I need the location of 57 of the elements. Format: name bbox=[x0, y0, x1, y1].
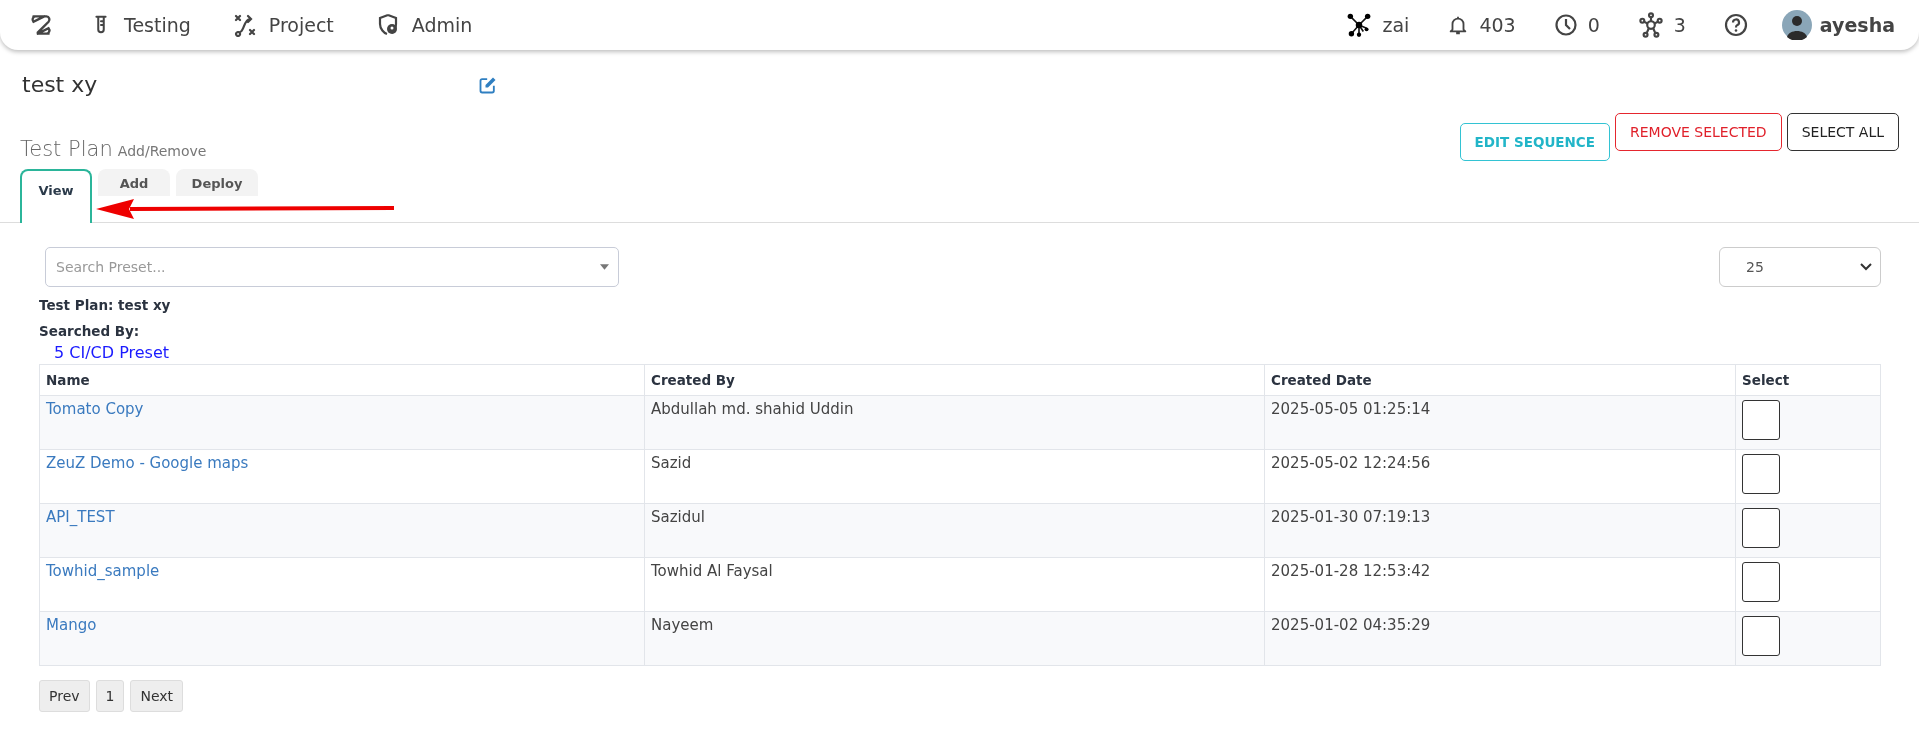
column-header: Select bbox=[1735, 364, 1881, 396]
section-subtitle: Add/Remove bbox=[117, 143, 207, 159]
chevron-down-icon bbox=[1860, 263, 1872, 271]
nav-link[interactable]: Project bbox=[232, 13, 334, 37]
table-cell: Sazidul bbox=[644, 503, 1265, 558]
column-header: Created Date bbox=[1264, 364, 1736, 396]
status-item[interactable]: 403 bbox=[1447, 14, 1516, 36]
action-button[interactable]: SELECT ALL bbox=[1786, 113, 1899, 151]
clock-icon bbox=[1553, 13, 1578, 37]
table-cell: Towhid Al Faysal bbox=[644, 557, 1265, 612]
select-checkbox[interactable] bbox=[1742, 454, 1780, 494]
select-checkbox[interactable] bbox=[1742, 400, 1780, 440]
tab[interactable]: View bbox=[20, 169, 92, 223]
help-icon[interactable] bbox=[1723, 13, 1748, 37]
status-item[interactable]: zai bbox=[1346, 12, 1410, 38]
column-header: Name bbox=[39, 364, 645, 396]
tab[interactable]: Add bbox=[98, 169, 170, 196]
logo-icon[interactable] bbox=[28, 12, 54, 38]
column-header: Created By bbox=[644, 364, 1265, 396]
table-cell: 2025-01-28 12:53:42 bbox=[1264, 557, 1736, 612]
pagination-button[interactable]: Prev bbox=[39, 680, 90, 712]
network-icon bbox=[1346, 12, 1373, 38]
table-cell: Nayeem bbox=[644, 611, 1265, 666]
table-cell: Abdullah md. shahid Uddin bbox=[644, 395, 1265, 450]
preset-name-link[interactable]: Towhid_sample bbox=[46, 562, 160, 580]
user-menu[interactable]: ayesha bbox=[1781, 10, 1895, 40]
select-checkbox[interactable] bbox=[1742, 508, 1780, 548]
action-button[interactable]: REMOVE SELECTED bbox=[1615, 113, 1782, 151]
status-item[interactable]: 3 bbox=[1637, 12, 1686, 38]
preset-name-link[interactable]: Mango bbox=[46, 616, 97, 634]
table-cell: 2025-01-30 07:19:13 bbox=[1264, 503, 1736, 558]
table-cell: Sazid bbox=[644, 449, 1265, 504]
plan-title: test xy bbox=[22, 72, 99, 97]
table-cell: 2025-05-02 12:24:56 bbox=[1264, 449, 1736, 504]
table-cell: 2025-01-02 04:35:29 bbox=[1264, 611, 1736, 666]
plan-label: Test Plan: test xy bbox=[39, 297, 172, 313]
search-preset-field[interactable]: Search Preset... bbox=[45, 247, 619, 287]
tab[interactable]: Deploy bbox=[176, 169, 258, 196]
page-size-select[interactable]: 25 bbox=[1719, 247, 1881, 287]
select-checkbox[interactable] bbox=[1742, 562, 1780, 602]
route-icon bbox=[232, 13, 257, 37]
avatar-icon bbox=[1781, 10, 1812, 40]
searched-by-label: Searched By: bbox=[39, 323, 141, 339]
hub-icon bbox=[1637, 12, 1664, 38]
select-checkbox[interactable] bbox=[1742, 616, 1780, 656]
pagination-button[interactable]: Next bbox=[130, 680, 184, 712]
nav-link[interactable]: Testing bbox=[90, 14, 191, 36]
preset-name-link[interactable]: Tomato Copy bbox=[46, 400, 144, 418]
nav-link[interactable]: Admin bbox=[375, 13, 473, 37]
preset-link[interactable]: 5 CI/CD Preset bbox=[39, 343, 1881, 362]
preset-name-link[interactable]: API_TEST bbox=[46, 508, 115, 526]
table-cell: 2025-05-05 01:25:14 bbox=[1264, 395, 1736, 450]
preset-name-link[interactable]: ZeuZ Demo - Google maps bbox=[46, 454, 249, 472]
dropdown-caret-icon bbox=[600, 264, 609, 270]
status-item[interactable]: 0 bbox=[1553, 13, 1600, 37]
section-title: Test Plan bbox=[20, 137, 113, 161]
pagination-button[interactable]: 1 bbox=[95, 680, 125, 712]
